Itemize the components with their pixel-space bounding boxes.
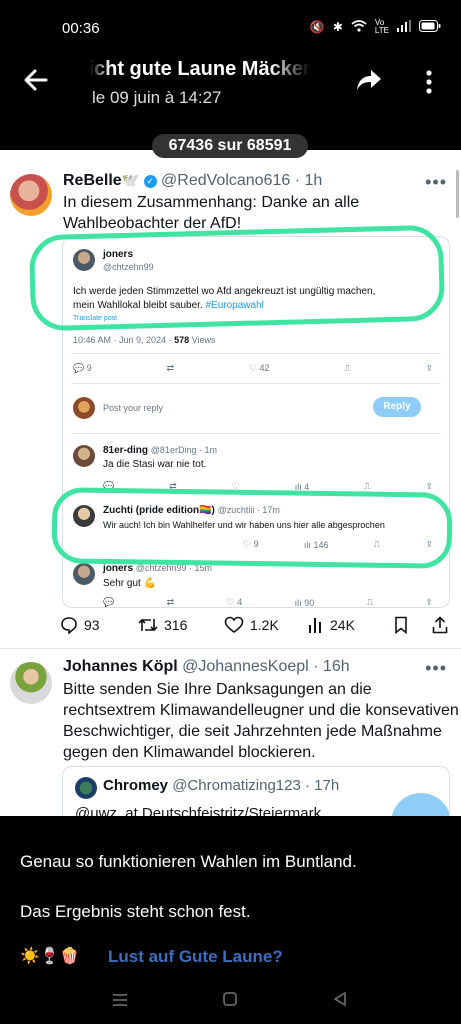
- home-icon[interactable]: [222, 991, 238, 1007]
- arrow-left-icon: [24, 69, 48, 91]
- status-icons: 🔇 ✱ Vo LTE: [310, 19, 441, 35]
- embed-actions: 💬 9 ⇄ ♡ 42 ⎍ ⇪: [73, 363, 433, 374]
- highlight-circle: [28, 224, 446, 332]
- more-options-button[interactable]: [424, 68, 434, 96]
- reply-text: Ja die Stasi war nie tot.: [103, 459, 207, 470]
- signal-icon: [397, 19, 411, 35]
- author-handle[interactable]: @JohannesKoepl: [182, 658, 309, 675]
- post-header: Johannes Köpl @JohannesKoepl · 16h: [63, 658, 350, 676]
- tweet-screenshot: ReBelle🕊️ ✓ @RedVolcano616 · 1h ••• In d…: [0, 150, 461, 816]
- dove-icon: 🕊️: [121, 172, 140, 188]
- reply-placeholder: Post your reply: [103, 403, 164, 413]
- verified-badge-icon: ✓: [143, 175, 157, 188]
- avatar: [73, 445, 95, 467]
- avatar: [73, 563, 95, 585]
- more-dots-icon[interactable]: •••: [425, 658, 447, 679]
- share-icon: [432, 616, 448, 634]
- reply-header: 81er-ding @81erDing · 1m: [103, 445, 217, 456]
- caption-line-1: Genau so funktionieren Wahlen im Buntlan…: [20, 852, 357, 871]
- share-icon: ⇪: [425, 363, 433, 373]
- scrollbar[interactable]: [456, 170, 459, 218]
- volte-icon: Vo LTE: [374, 18, 389, 35]
- wifi-icon: [351, 19, 367, 35]
- quote-text: @uwz_at Deutschfeistritz/Steiermark: [75, 805, 322, 816]
- views-button[interactable]: 24K: [308, 616, 394, 634]
- page-title: Nicht gute Laune Mäckerei: [90, 58, 310, 88]
- reply-text: Sehr gut 💪: [103, 578, 157, 589]
- retweet-button[interactable]: 316: [138, 616, 224, 634]
- back-nav-icon[interactable]: [332, 991, 348, 1007]
- quote-header: Chromey @Chromatizing123 · 17h: [103, 777, 340, 794]
- more-vertical-icon: [426, 70, 432, 94]
- post-date: le 09 juin à 14:27: [92, 88, 222, 107]
- retweet-icon: ⇄: [166, 363, 175, 373]
- mute-icon: 🔇: [309, 20, 325, 34]
- recent-apps-icon[interactable]: [112, 992, 128, 1008]
- author-name[interactable]: ReBelle: [63, 172, 122, 189]
- share-button[interactable]: [355, 68, 383, 94]
- author-name[interactable]: Johannes Köpl: [63, 658, 178, 675]
- battery-icon: [419, 19, 441, 35]
- compose-fab: [391, 793, 449, 816]
- like-button[interactable]: 1.2K: [224, 616, 308, 634]
- avatar[interactable]: [10, 174, 52, 216]
- author-handle[interactable]: @RedVolcano616: [161, 172, 290, 189]
- share-arrow-icon: [357, 70, 381, 90]
- avatar: [73, 397, 95, 419]
- reply-icon: [61, 617, 77, 634]
- reply-button: Reply: [373, 397, 421, 417]
- embed-meta: 10:46 AM · Jun 9, 2024 · 578 Views: [73, 335, 216, 345]
- more-dots-icon[interactable]: •••: [425, 172, 447, 193]
- post-time[interactable]: · 1h: [295, 172, 323, 189]
- bluetooth-icon: ✱: [332, 20, 343, 34]
- reply-icon: 💬 9: [73, 363, 92, 373]
- post-header: ReBelle🕊️ ✓ @RedVolcano616 · 1h: [63, 172, 322, 190]
- post-time[interactable]: · 16h: [313, 658, 349, 675]
- photo-counter: 67436 sur 68591: [152, 134, 308, 158]
- bar-chart-icon: [309, 618, 321, 633]
- reply-actions: 💬 ⇄ ♡ 4 ılı 90 ⎍ ⇪: [103, 597, 433, 608]
- heart-icon: ♡ 42: [248, 363, 270, 373]
- post-actions: 93 316 1.2K 24K: [60, 612, 450, 638]
- bookmark-icon: ⎍: [344, 363, 351, 373]
- caption-line-2: Das Ergebnis steht schon fest.: [20, 902, 251, 921]
- status-time: 00:36: [62, 20, 100, 37]
- reply-button[interactable]: 93: [60, 616, 138, 634]
- retweet-icon: [138, 618, 158, 632]
- back-button[interactable]: [22, 66, 50, 94]
- highlight-circle: [51, 487, 453, 569]
- bookmark-button[interactable]: [394, 616, 432, 634]
- channel-link[interactable]: Lust auf Gute Laune?: [108, 947, 283, 967]
- bookmark-icon: [395, 616, 407, 634]
- quoted-post[interactable]: Chromey @Chromatizing123 · 17h @uwz_at D…: [62, 766, 450, 816]
- avatar: [75, 777, 97, 799]
- post-text: Bitte senden Sie Ihre Danksagungen an di…: [63, 681, 459, 761]
- navigation-bar: [0, 984, 461, 1024]
- share-button[interactable]: [432, 616, 450, 634]
- heart-icon: [224, 616, 244, 633]
- avatar[interactable]: [10, 662, 52, 704]
- caption-emojis: ☀️🍷🍿: [20, 948, 80, 965]
